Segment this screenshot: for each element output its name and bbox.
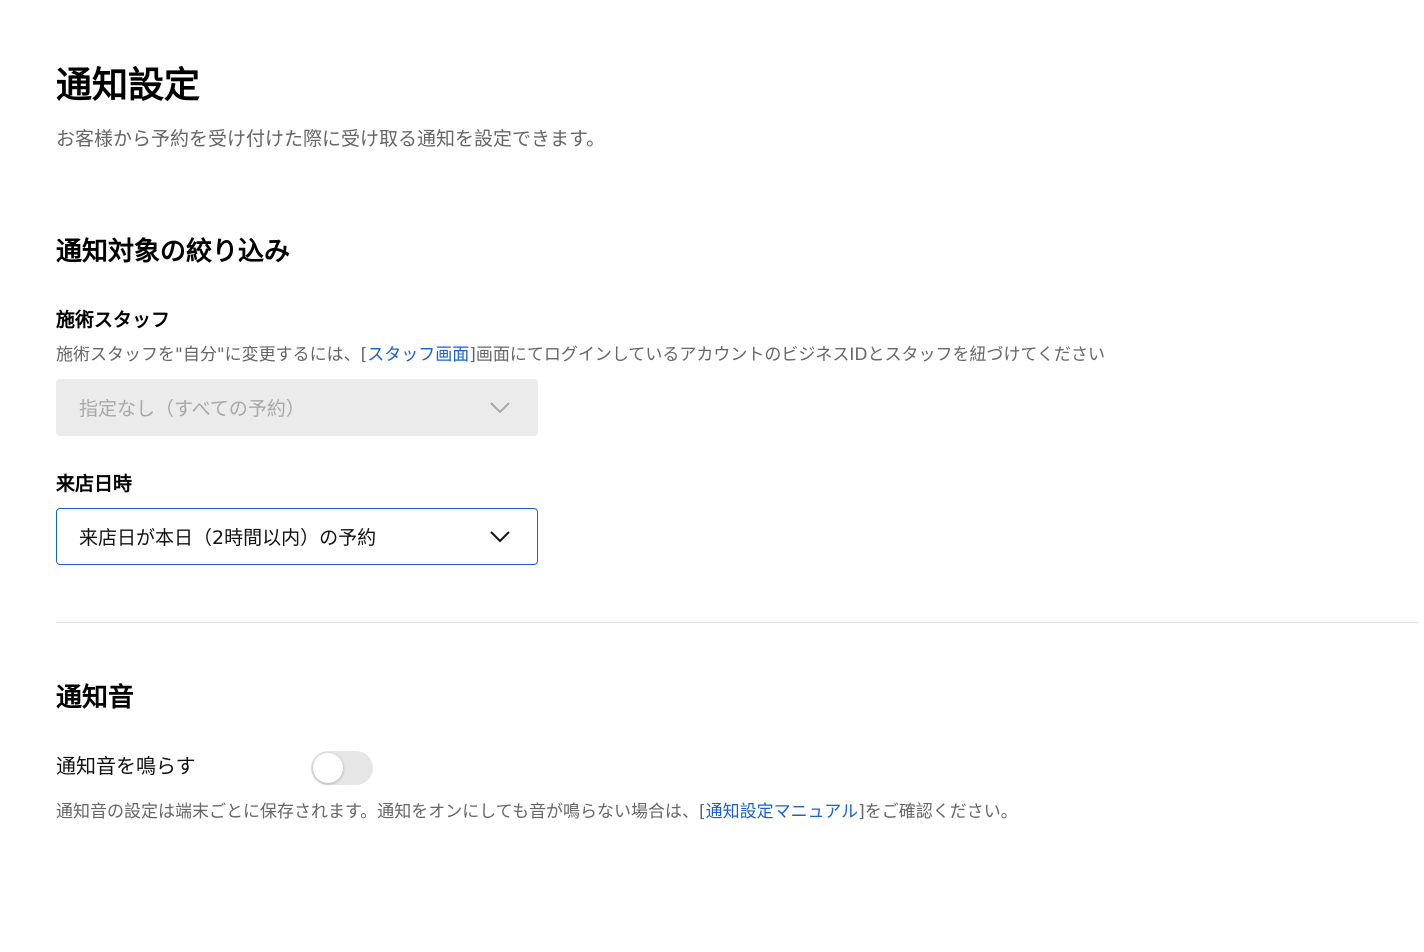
staff-select: 指定なし（すべての予約） [56,379,538,436]
staff-helper-after: ]画面にてログインしているアカウントのビジネスIDとスタッフを紐づけてください [469,345,1105,365]
sound-section-title: 通知音 [56,683,135,713]
visit-datetime-select-value: 来店日が本日（2時間以内）の予約 [79,527,377,549]
notification-manual-link[interactable]: 通知設定マニュアル [706,802,859,822]
staff-screen-link[interactable]: スタッフ画面 [367,345,469,365]
sound-helper-after: ]をご確認ください。 [858,802,1018,822]
staff-helper-before: 施術スタッフを"自分"に変更するには、[ [56,345,368,365]
staff-helper-text: 施術スタッフを"自分"に変更するには、[スタッフ画面]画面にてログインしているア… [56,343,1105,367]
page-subtitle: お客様から予約を受け付けた際に受け取る通知を設定できます。 [56,128,606,150]
sound-toggle[interactable] [311,751,373,785]
staff-select-value: 指定なし（すべての予約） [79,398,305,420]
filter-section-title: 通知対象の絞り込み [56,237,291,267]
notification-settings-page: 通知設定 お客様から予約を受け付けた際に受け取る通知を設定できます。 通知対象の… [0,0,1424,952]
section-divider [56,622,1418,623]
sound-helper-before: 通知音の設定は端末ごとに保存されます。通知をオンにしても音が鳴らない場合は、[ [56,802,706,822]
toggle-knob [313,753,343,783]
chevron-down-icon [490,401,510,413]
page-title: 通知設定 [56,65,201,106]
visit-datetime-label: 来店日時 [56,473,133,495]
chevron-down-icon [490,530,510,542]
visit-datetime-select[interactable]: 来店日が本日（2時間以内）の予約 [56,508,538,565]
sound-toggle-label: 通知音を鳴らす [56,754,196,778]
staff-label: 施術スタッフ [56,309,171,331]
sound-helper-text: 通知音の設定は端末ごとに保存されます。通知をオンにしても音が鳴らない場合は、[通… [56,800,1018,824]
